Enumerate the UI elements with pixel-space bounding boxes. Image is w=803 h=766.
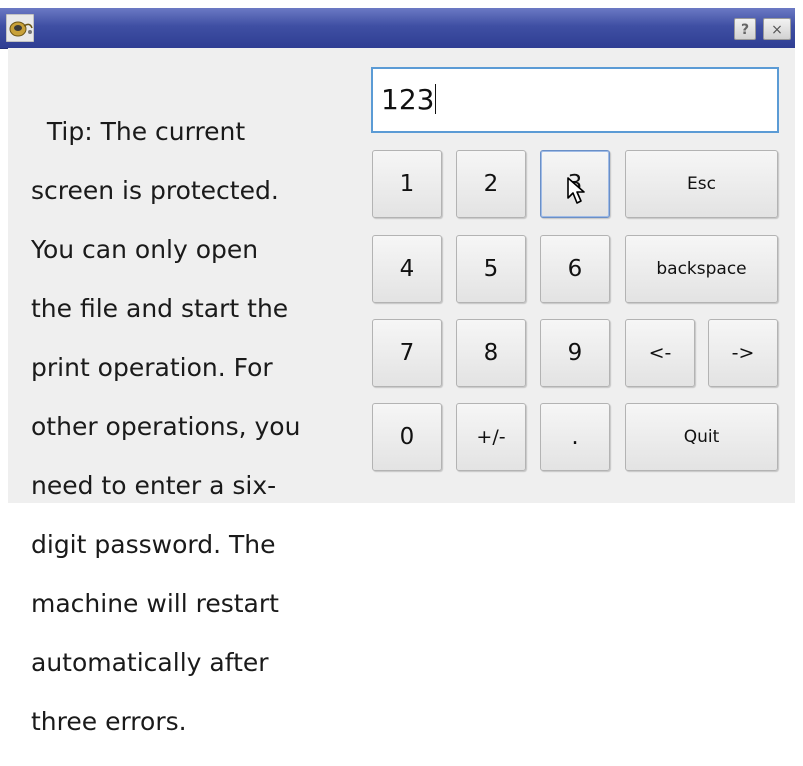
key-4[interactable]: 4	[372, 235, 442, 303]
tip-text: Tip: The current screen is protected. Yo…	[31, 87, 351, 766]
key-3[interactable]: 3	[540, 150, 610, 218]
quit-button[interactable]: Quit	[625, 403, 778, 471]
close-button[interactable]: ×	[763, 18, 791, 40]
tip-line: other operations, you	[31, 411, 301, 441]
key-0[interactable]: 0	[372, 403, 442, 471]
tip-line: digit password. The	[31, 529, 276, 559]
key-5[interactable]: 5	[456, 235, 526, 303]
cursor-right-button[interactable]: ->	[708, 319, 778, 387]
tip-line: three errors.	[31, 706, 187, 736]
backspace-button[interactable]: backspace	[625, 235, 778, 303]
key-7[interactable]: 7	[372, 319, 442, 387]
esc-button[interactable]: Esc	[625, 150, 778, 218]
tip-line: You can only open	[31, 234, 259, 264]
lock-app-icon	[6, 14, 34, 42]
key-9[interactable]: 9	[540, 319, 610, 387]
tip-line: screen is protected.	[31, 175, 279, 205]
key-6[interactable]: 6	[540, 235, 610, 303]
tip-line: machine will restart	[31, 588, 279, 618]
tip-line: the file and start the	[31, 293, 289, 323]
sign-toggle-button[interactable]: +/-	[456, 403, 526, 471]
tip-line: print operation. For	[31, 352, 273, 382]
tip-line: automatically after	[31, 647, 269, 677]
key-8[interactable]: 8	[456, 319, 526, 387]
help-button[interactable]: ?	[734, 18, 756, 40]
key-2[interactable]: 2	[456, 150, 526, 218]
tip-line: need to enter a six-	[31, 470, 277, 500]
text-caret	[435, 84, 437, 114]
decimal-point-button[interactable]: .	[540, 403, 610, 471]
tip-line: Tip: The current	[31, 116, 246, 146]
password-input[interactable]: 123	[371, 67, 779, 133]
title-bar: ? ×	[0, 8, 795, 49]
password-value: 123	[381, 83, 435, 116]
cursor-left-button[interactable]: <-	[625, 319, 695, 387]
key-1[interactable]: 1	[372, 150, 442, 218]
